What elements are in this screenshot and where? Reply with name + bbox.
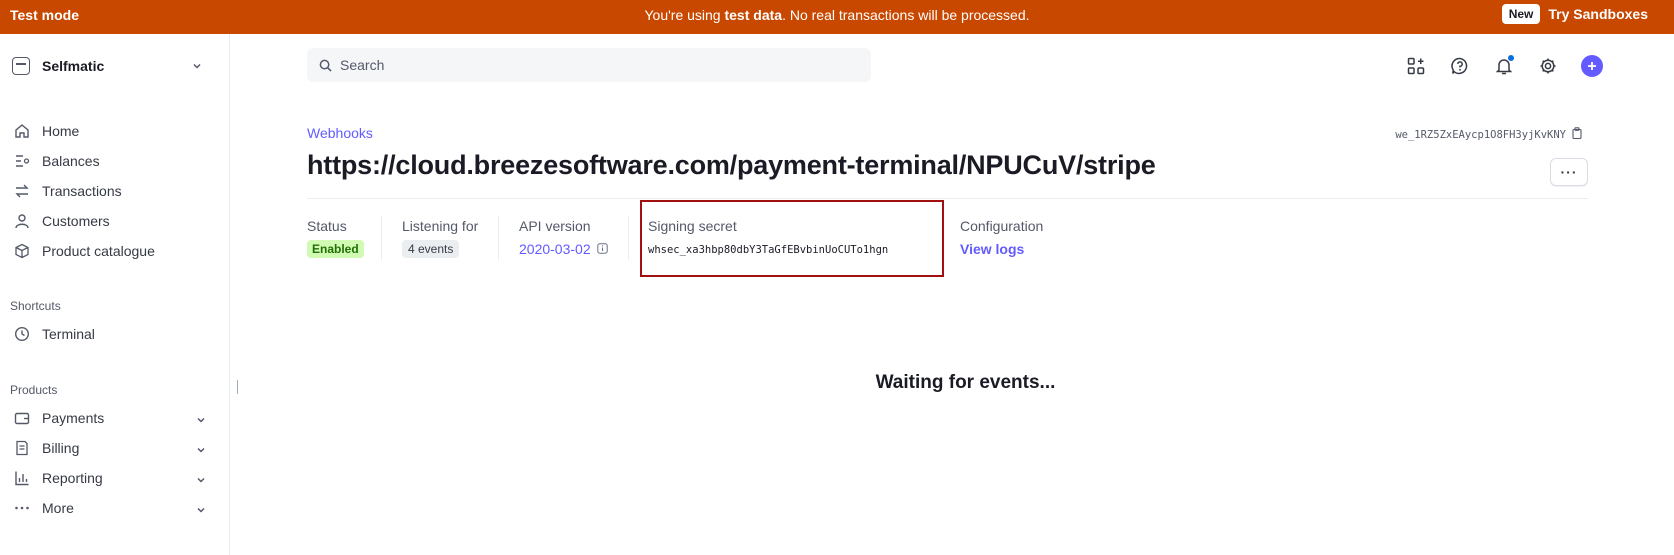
sidebar-item-label: Product catalogue <box>42 243 155 259</box>
sidebar-item-label: Customers <box>42 213 110 229</box>
store-icon <box>12 57 30 75</box>
more-actions-button[interactable]: ··· <box>1550 158 1588 186</box>
settings-icon[interactable] <box>1536 54 1560 78</box>
endpoint-id[interactable]: we_1RZ5ZxEAycp1O8FH3yjKvKNY <box>1395 127 1582 142</box>
sidebar-item-terminal[interactable]: Terminal <box>12 321 216 347</box>
signing-secret-highlight <box>640 200 944 277</box>
header-divider <box>307 198 1588 199</box>
search-bar[interactable] <box>307 48 871 82</box>
try-sandboxes-link[interactable]: New Try Sandboxes <box>1501 4 1648 24</box>
sidebar-item-more[interactable]: More <box>12 495 216 521</box>
empty-state: Waiting for events... <box>0 372 1674 394</box>
sidebar-item-payments[interactable]: Payments <box>12 405 216 431</box>
details-separator <box>381 216 382 260</box>
signing-secret-value[interactable]: whsec_xa3hbp80dbY3TaGfEBvbinUoCUTo1hgn <box>648 244 888 256</box>
api-version-value[interactable]: 2020-03-02 <box>519 241 591 257</box>
shortcuts-section-title: Shortcuts <box>10 299 61 313</box>
help-icon[interactable] <box>1448 54 1472 78</box>
transactions-icon <box>12 181 32 201</box>
status-badge: Enabled <box>307 240 364 258</box>
page-title: https://cloud.breezesoftware.com/payment… <box>307 150 1156 180</box>
notifications-icon[interactable] <box>1492 54 1516 78</box>
search-input[interactable] <box>340 57 840 73</box>
search-icon <box>319 59 332 72</box>
message-suffix: . No real transactions will be processed… <box>782 7 1030 23</box>
chevron-down-icon[interactable] <box>196 472 206 488</box>
sidebar-item-label: Reporting <box>42 470 103 486</box>
endpoint-id-text: we_1RZ5ZxEAycp1O8FH3yjKvKNY <box>1395 128 1566 141</box>
try-sandboxes-label[interactable]: Try Sandboxes <box>1548 6 1648 22</box>
sidebar-item-home[interactable]: Home <box>12 118 216 144</box>
status-label: Status <box>307 218 347 234</box>
copy-icon[interactable] <box>1572 127 1582 142</box>
sidebar-item-billing[interactable]: Billing <box>12 435 216 461</box>
sidebar-item-customers[interactable]: Customers <box>12 208 216 234</box>
balances-icon <box>12 151 32 171</box>
test-mode-message: You're using test data. No real transact… <box>0 7 1674 23</box>
sidebar-item-label: Billing <box>42 440 80 456</box>
sidebar-item-label: Home <box>42 123 80 139</box>
header-actions <box>1404 54 1604 78</box>
test-mode-banner: Test mode You're using test data. No rea… <box>0 0 1674 34</box>
sidebar-item-product-catalogue[interactable]: Product catalogue <box>12 238 216 264</box>
waiting-message: Waiting for events... <box>875 372 1056 393</box>
notification-dot <box>1508 55 1514 61</box>
account-switcher[interactable]: Selfmatic <box>12 52 212 80</box>
bar-chart-icon <box>12 468 32 488</box>
sidebar-item-reporting[interactable]: Reporting <box>12 465 216 491</box>
sidebar-item-label: Transactions <box>42 183 122 199</box>
chevron-down-icon[interactable] <box>196 442 206 458</box>
sidebar-item-label: Balances <box>42 153 100 169</box>
details-separator <box>628 216 629 260</box>
chevron-down-icon[interactable] <box>196 502 206 518</box>
sidebar-item-label: More <box>42 500 74 516</box>
message-bold: test data <box>724 7 783 23</box>
api-version-link[interactable]: 2020-03-02 <box>519 241 608 257</box>
chevron-down-icon <box>192 58 202 76</box>
info-icon[interactable] <box>596 241 608 257</box>
new-badge: New <box>1501 4 1541 24</box>
product-catalogue-icon <box>12 241 32 261</box>
details-separator <box>498 216 499 260</box>
signing-secret-label: Signing secret <box>648 218 737 234</box>
apps-icon[interactable] <box>1404 54 1428 78</box>
sidebar: Selfmatic Home Balances Transactions Cus… <box>0 34 230 555</box>
chevron-down-icon[interactable] <box>196 412 206 428</box>
more-dots-icon <box>12 498 32 518</box>
sidebar-item-label: Payments <box>42 410 105 426</box>
view-logs-link[interactable]: View logs <box>960 241 1024 257</box>
listening-for-label: Listening for <box>402 218 479 234</box>
wallet-icon <box>12 408 32 428</box>
message-prefix: You're using <box>644 7 725 23</box>
events-count-badge[interactable]: 4 events <box>402 240 460 258</box>
billing-icon <box>12 438 32 458</box>
account-name: Selfmatic <box>42 58 105 74</box>
create-plus-icon[interactable] <box>1580 54 1604 78</box>
breadcrumb-webhooks[interactable]: Webhooks <box>307 125 373 141</box>
configuration-label: Configuration <box>960 218 1044 234</box>
sidebar-item-balances[interactable]: Balances <box>12 148 216 174</box>
api-version-label: API version <box>519 218 591 234</box>
customers-icon <box>12 211 32 231</box>
clock-icon <box>12 324 32 344</box>
create-button[interactable] <box>1581 55 1603 77</box>
home-icon <box>12 121 32 141</box>
sidebar-item-label: Terminal <box>42 326 95 342</box>
sidebar-item-transactions[interactable]: Transactions <box>12 178 216 204</box>
